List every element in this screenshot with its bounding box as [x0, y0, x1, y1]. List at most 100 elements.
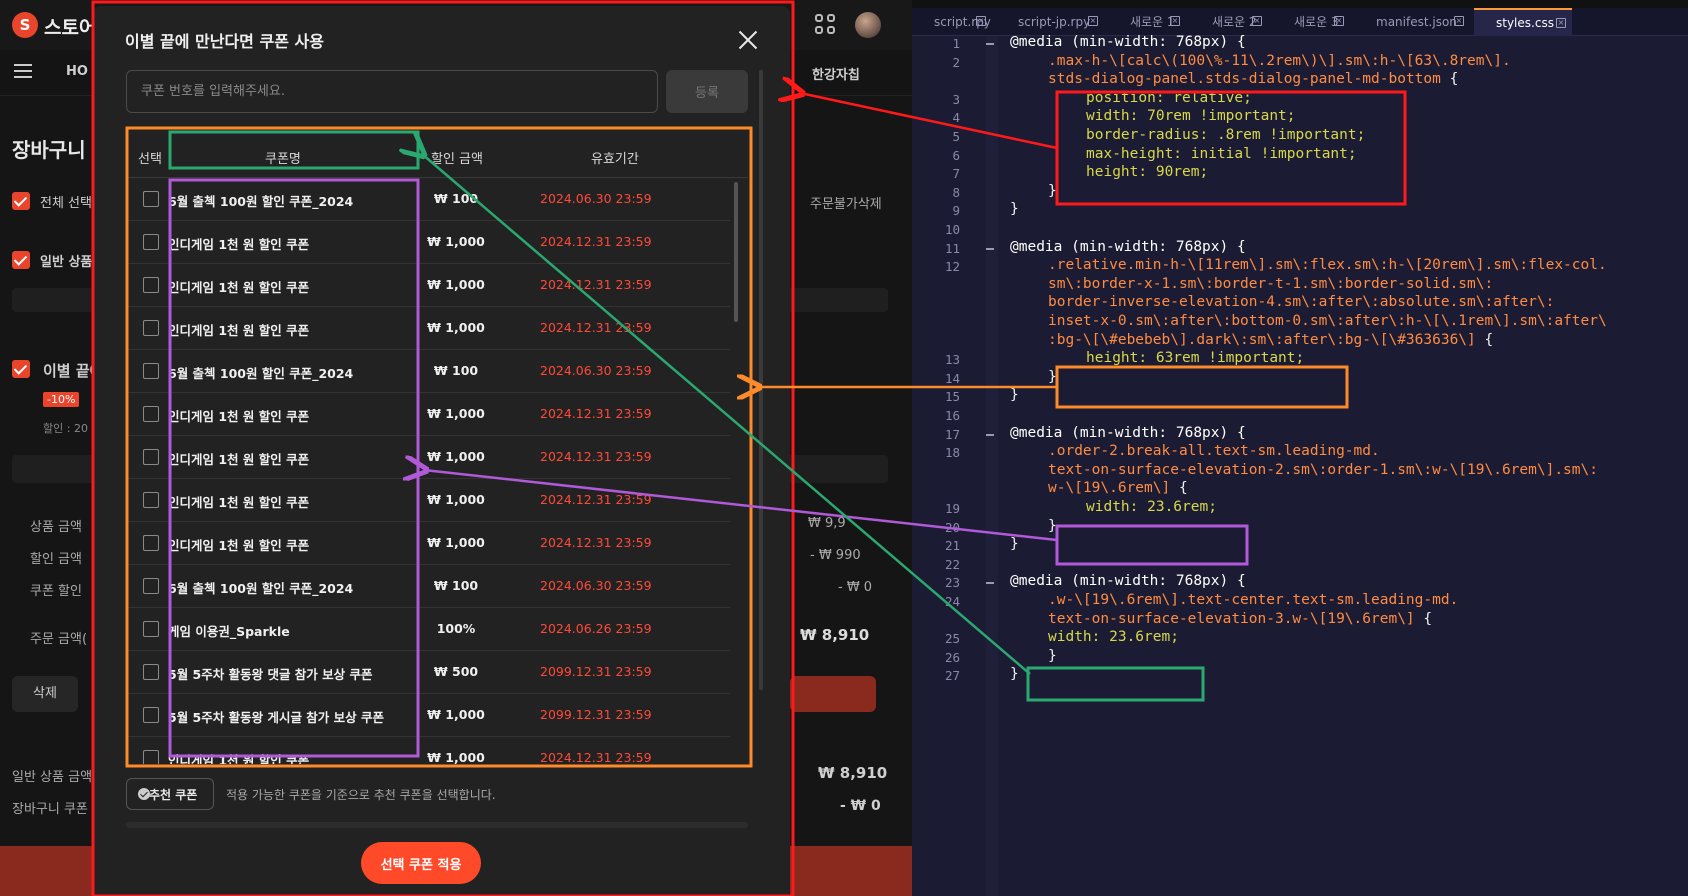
coupon-checkbox[interactable]: [143, 277, 159, 293]
coupon-checkbox[interactable]: [143, 535, 159, 551]
store-logo-icon[interactable]: S: [12, 12, 38, 38]
line-number: 19: [944, 501, 960, 516]
code-area[interactable]: 1 @media (min-width: 768px) {2 .max-h-\[ca…: [945, 34, 1688, 896]
table-row[interactable]: 인디게임 1천 원 할인 쿠폰 ₩ 1,000 2024.12.31 23:59: [126, 393, 730, 436]
tab-close-icon[interactable]: ×: [1556, 18, 1566, 28]
code-line: @media (min-width: 768px) {: [1010, 34, 1246, 50]
table-row[interactable]: 인디게임 1천 원 할인 쿠폰 ₩ 1,000 2024.12.31 23:59: [126, 522, 730, 565]
avatar[interactable]: [855, 12, 881, 38]
coupon-checkbox[interactable]: [143, 234, 159, 250]
coupon-checkbox[interactable]: [143, 320, 159, 336]
line-number: 17: [944, 426, 960, 442]
coupon-checkbox[interactable]: [143, 707, 159, 723]
tab-close-icon[interactable]: ×: [976, 16, 986, 26]
code-token: height: 63rem !important;: [1086, 350, 1305, 367]
store-logo-text[interactable]: 스토어: [44, 13, 96, 40]
tab-close-icon[interactable]: ×: [1454, 16, 1464, 26]
line-number: 27: [944, 668, 960, 684]
code-token: }: [1010, 201, 1019, 218]
code-line: text-on-surface-elevation-2.sm\:order-1.…: [1048, 462, 1598, 478]
table-row[interactable]: 6월 출첵 100원 할인 쿠폰_2024 ₩ 100 2024.06.30 23:…: [126, 350, 730, 393]
editor-tab[interactable]: manifest.json ×: [1354, 8, 1470, 36]
line-number-gutter: [912, 36, 986, 896]
editor-tab[interactable]: 새로운 1 ×: [1108, 8, 1186, 36]
code-line: .order-2.break-all.text-sm.leading-md.: [1048, 443, 1380, 459]
code-token: .order-2.break-all.text-sm.leading-md.: [1048, 443, 1380, 460]
editor-tab[interactable]: 새로운 2 ×: [1190, 8, 1268, 36]
editor-tab[interactable]: styles.css ×: [1474, 8, 1572, 36]
line-number: 24: [944, 594, 960, 609]
order-button[interactable]: [790, 676, 876, 712]
tab-close-icon[interactable]: ×: [1334, 16, 1344, 26]
item-checkbox[interactable]: [12, 360, 30, 378]
hamburger-menu-icon[interactable]: [14, 64, 32, 78]
editor-tab-label: 새로운 2: [1212, 15, 1257, 29]
editor-tab-label: 새로운 3: [1294, 15, 1339, 29]
coupon-name: 인디게임 1천 원 할인 쿠폰: [168, 237, 310, 252]
check-circle-icon: [138, 788, 150, 800]
table-row[interactable]: 인디게임 1천 원 할인 쿠폰 ₩ 1,000 2024.12.31 23:59: [126, 307, 730, 350]
editor-tab[interactable]: script.rpy ×: [912, 8, 992, 36]
select-all-checkbox[interactable]: [12, 192, 30, 210]
fold-toggle-icon[interactable]: [986, 582, 994, 585]
coupon-checkbox[interactable]: [143, 492, 159, 508]
code-line: height: 90rem;: [1086, 164, 1208, 180]
coupon-amount: ₩ 100: [433, 191, 479, 206]
nav-home[interactable]: HO: [66, 64, 88, 79]
coupon-checkbox[interactable]: [143, 191, 159, 207]
coupon-name: 게임 이용권_Sparkle: [168, 624, 290, 639]
fold-toggle-icon[interactable]: [986, 247, 994, 250]
coupon-checkbox[interactable]: [143, 449, 159, 465]
coupon-checkbox[interactable]: [143, 578, 159, 594]
table-row[interactable]: 인디게임 1천 원 할인 쿠폰 ₩ 1,000 2024.12.31 23:59: [126, 221, 730, 264]
tab-close-icon[interactable]: ×: [1252, 16, 1262, 26]
coupon-checkbox[interactable]: [143, 363, 159, 379]
table-row[interactable]: 인디게임 1천 원 할인 쿠폰 ₩ 1,000 2024.12.31 23:59: [126, 264, 730, 307]
apply-coupon-button[interactable]: 선택 쿠폰 적용: [361, 842, 481, 884]
coupon-expiry: 2024.12.31 23:59: [540, 492, 652, 507]
normal-product-label: 일반 상품: [40, 255, 93, 270]
table-scrollbar-thumb[interactable]: [734, 182, 738, 322]
coupon-checkbox[interactable]: [143, 406, 159, 422]
table-row[interactable]: 인디게임 1천 원 할인 쿠폰 ₩ 1,000 2024.12.31 23:59: [126, 436, 730, 479]
code-token: }: [1010, 536, 1019, 553]
apps-grid-icon[interactable]: [815, 14, 837, 36]
table-row[interactable]: 6월 출첵 100원 할인 쿠폰_2024 ₩ 100 2024.06.30 23:…: [126, 178, 730, 221]
editor-tab[interactable]: script-jp.rpy ×: [996, 8, 1104, 36]
column-name: 쿠폰명: [265, 152, 301, 167]
delete-unavailable-link[interactable]: 주문불가삭제: [810, 193, 882, 212]
fold-toggle-icon[interactable]: [986, 433, 994, 436]
coupon-number-input[interactable]: [126, 70, 658, 113]
column-expiry: 유효기간: [591, 152, 639, 167]
normal-product-checkbox[interactable]: [12, 251, 30, 269]
code-line: }: [1010, 201, 1019, 217]
table-row[interactable]: 인디게임 1천 원 할인 쿠폰 ₩ 1,000 2024.12.31 23:59: [126, 737, 730, 764]
coupon-checkbox[interactable]: [143, 621, 159, 637]
register-button[interactable]: 등록: [666, 70, 748, 113]
tab-close-icon[interactable]: ×: [1170, 16, 1180, 26]
editor-tab[interactable]: 새로운 3 ×: [1272, 8, 1350, 36]
fold-toggle-icon[interactable]: [986, 43, 994, 45]
table-row[interactable]: 6월 출첵 100원 할인 쿠폰_2024 ₩ 100 2024.06.30 23:…: [126, 565, 730, 608]
nav-right-item[interactable]: 한강자칩: [812, 64, 860, 83]
coupon-checkbox[interactable]: [143, 664, 159, 680]
table-row[interactable]: 5월 5주차 활동왕 댓글 참가 보상 쿠폰 ₩ 500 2099.12.31 23…: [126, 651, 730, 694]
dialog-scrollbar[interactable]: [759, 70, 763, 690]
table-row[interactable]: 인디게임 1천 원 할인 쿠폰 ₩ 1,000 2024.12.31 23:59: [126, 479, 730, 522]
editor-tab-label: script-jp.rpy: [1018, 15, 1091, 29]
tab-close-icon[interactable]: ×: [1088, 16, 1098, 26]
code-line: }: [1010, 387, 1019, 403]
table-scrollbar[interactable]: [734, 182, 740, 760]
table-row[interactable]: 5월 5주차 활동왕 게시글 참가 보상 쿠폰 ₩ 1,000 2099.12.31…: [126, 694, 730, 737]
coupon-checkbox[interactable]: [143, 750, 159, 764]
line-number: 13: [944, 352, 960, 368]
delete-button[interactable]: 삭제: [12, 676, 78, 712]
summary-product-label: 상품 금액: [30, 520, 82, 535]
close-icon[interactable]: [734, 26, 762, 54]
table-row[interactable]: 게임 이용권_Sparkle 100% 2024.06.26 23:59: [126, 608, 730, 651]
code-line: border-inverse-elevation-4.sm\:after\:ab…: [1048, 294, 1554, 310]
coupon-expiry: 2099.12.31 23:59: [540, 707, 652, 722]
coupon-name: 인디게임 1천 원 할인 쿠폰: [168, 753, 310, 764]
code-token: sm\:border-x-1.sm\:border-t-1.sm\:border…: [1048, 275, 1494, 292]
coupon-amount: ₩ 100: [433, 363, 479, 378]
